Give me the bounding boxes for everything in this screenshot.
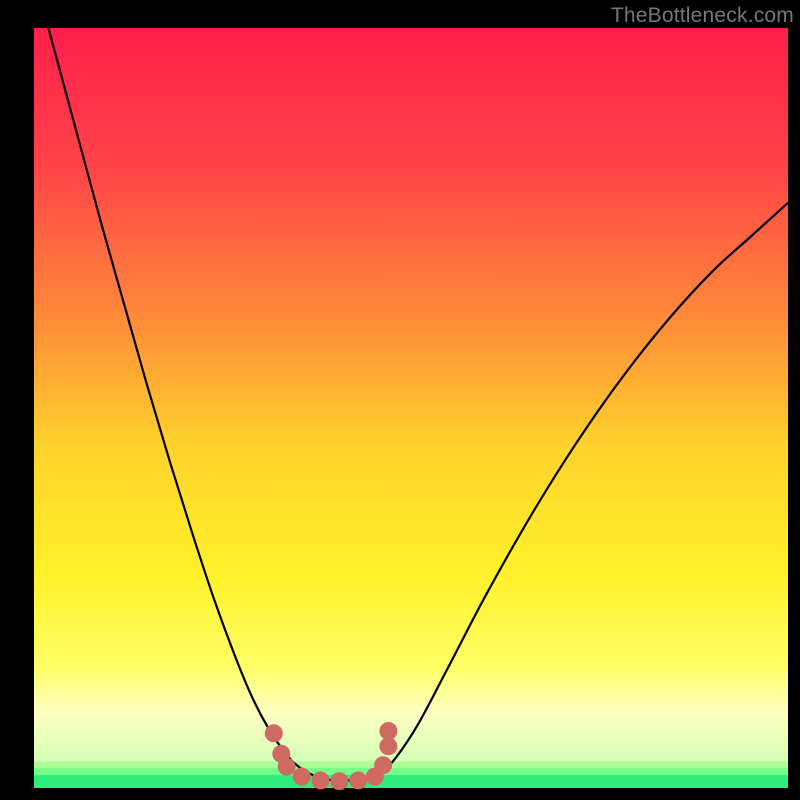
bottleneck-chart (0, 0, 800, 800)
watermark-text: TheBottleneck.com (611, 4, 794, 28)
green-band (34, 768, 788, 775)
curve-marker (330, 772, 348, 790)
chart-frame: TheBottleneck.com (0, 0, 800, 800)
green-band (34, 761, 788, 768)
curve-marker (278, 758, 296, 776)
curve-marker (312, 771, 330, 789)
plot-background (34, 28, 788, 788)
green-band (34, 775, 788, 788)
green-band-group (34, 754, 788, 788)
curve-marker (379, 722, 397, 740)
curve-marker (349, 771, 367, 789)
curve-marker (293, 768, 311, 786)
green-band (34, 754, 788, 762)
curve-marker (265, 724, 283, 742)
curve-marker (374, 756, 392, 774)
